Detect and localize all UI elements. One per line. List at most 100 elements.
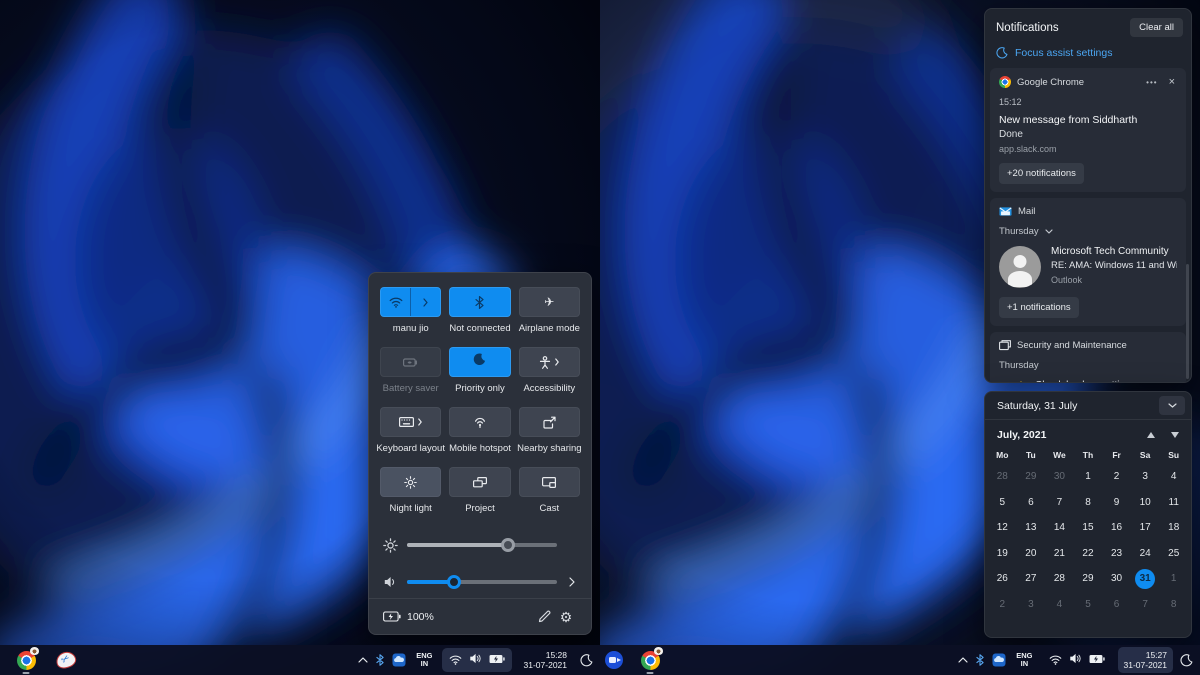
edit-quick-settings-button[interactable]	[533, 606, 555, 628]
calendar-day[interactable]: 20	[1017, 541, 1046, 567]
focus-assist-moon-icon[interactable]	[1179, 648, 1194, 672]
chrome-notification-card[interactable]: Google Chrome ••• × 15:12 New message fr…	[990, 68, 1186, 192]
calendar-day[interactable]: 23	[1102, 541, 1131, 567]
calendar-day[interactable]: 14	[1045, 515, 1074, 541]
project-tile[interactable]	[449, 467, 510, 497]
calendar-day[interactable]: 7	[1045, 490, 1074, 516]
chevron-right-icon[interactable]	[411, 288, 440, 316]
tray-onedrive-icon[interactable]	[991, 648, 1007, 672]
taskbar-snipping-tool-button[interactable]: ✂	[54, 646, 78, 674]
wifi-label: manu jio	[393, 323, 429, 334]
calendar-day[interactable]: 13	[1017, 515, 1046, 541]
calendar-prev-month-button[interactable]	[1147, 432, 1155, 438]
calendar-day[interactable]: 8	[1074, 490, 1103, 516]
keyboard-layout-tile[interactable]	[380, 407, 441, 437]
accessibility-tile[interactable]	[519, 347, 580, 377]
brightness-slider[interactable]	[407, 543, 557, 547]
volume-slider-thumb[interactable]	[447, 575, 461, 589]
calendar-collapse-button[interactable]	[1159, 396, 1185, 415]
clock-date-button[interactable]: 15:28 31-07-2021	[518, 647, 573, 673]
calendar-day[interactable]: 1	[1159, 566, 1188, 592]
calendar-day[interactable]: 16	[1102, 515, 1131, 541]
night-light-tile[interactable]	[380, 467, 441, 497]
mail-notification-card[interactable]: Mail Thursday Microsoft Tech Community R…	[990, 198, 1186, 326]
focus-assist-settings-link[interactable]: Focus assist settings	[985, 42, 1191, 68]
calendar-next-month-button[interactable]	[1171, 432, 1179, 438]
notification-menu-icon[interactable]: •••	[1143, 78, 1160, 87]
language-indicator[interactable]: ENG IN	[1013, 652, 1035, 668]
mobile-hotspot-label: Mobile hotspot	[449, 443, 511, 454]
calendar-day[interactable]: 19	[988, 541, 1017, 567]
calendar-day[interactable]: 15	[1074, 515, 1103, 541]
tray-chevron-up-icon[interactable]	[957, 648, 969, 672]
clear-all-button[interactable]: Clear all	[1130, 18, 1183, 37]
calendar-day[interactable]: 2	[988, 592, 1017, 618]
mobile-hotspot-tile[interactable]	[449, 407, 510, 437]
calendar-day[interactable]: 5	[988, 490, 1017, 516]
bluetooth-tile[interactable]	[449, 287, 510, 317]
calendar-day[interactable]: 3	[1131, 464, 1160, 490]
taskbar-chrome-button[interactable]	[14, 646, 38, 674]
settings-gear-button[interactable]: ⚙	[555, 606, 577, 628]
calendar-day[interactable]: 24	[1131, 541, 1160, 567]
calendar-day[interactable]: 18	[1159, 515, 1188, 541]
airplane-mode-tile[interactable]: ✈	[519, 287, 580, 317]
taskbar-meet-button[interactable]	[602, 646, 626, 674]
calendar-day[interactable]: 31	[1131, 566, 1160, 592]
calendar-day[interactable]: 2	[1102, 464, 1131, 490]
calendar-day[interactable]: 30	[1102, 566, 1131, 592]
calendar-day[interactable]: 28	[988, 464, 1017, 490]
calendar-day[interactable]: 9	[1102, 490, 1131, 516]
calendar-day[interactable]: 6	[1017, 490, 1046, 516]
battery-saver-icon	[403, 357, 418, 368]
calendar-month-label[interactable]: July, 2021	[997, 429, 1147, 441]
volume-slider[interactable]	[407, 580, 557, 584]
notification-day-group[interactable]: Thursday	[999, 226, 1177, 237]
calendar-day[interactable]: 12	[988, 515, 1017, 541]
scrollbar[interactable]	[1186, 264, 1189, 379]
calendar-day[interactable]: 6	[1102, 592, 1131, 618]
nearby-sharing-tile[interactable]	[519, 407, 580, 437]
quick-settings-tray-button[interactable]	[1042, 648, 1112, 672]
video-call-icon	[605, 651, 623, 669]
calendar-day[interactable]: 17	[1131, 515, 1160, 541]
calendar-day[interactable]: 1	[1074, 464, 1103, 490]
calendar-day[interactable]: 4	[1159, 464, 1188, 490]
calendar-day[interactable]: 22	[1074, 541, 1103, 567]
focus-assist-tile[interactable]	[449, 347, 510, 377]
calendar-day[interactable]: 8	[1159, 592, 1188, 618]
chevron-right-icon[interactable]	[565, 577, 578, 587]
clock-date-button[interactable]: 15:27 31-07-2021	[1118, 647, 1173, 673]
tray-bluetooth-icon[interactable]	[975, 648, 985, 672]
language-indicator[interactable]: ENG IN	[413, 652, 435, 668]
calendar-day[interactable]: 25	[1159, 541, 1188, 567]
security-notification-card[interactable]: Security and Maintenance Thursday Check …	[990, 332, 1186, 383]
notification-close-icon[interactable]: ×	[1167, 77, 1177, 88]
project-icon	[473, 477, 487, 488]
tray-onedrive-icon[interactable]	[391, 648, 407, 672]
taskbar-chrome-button[interactable]	[638, 646, 662, 674]
calendar-day[interactable]: 7	[1131, 592, 1160, 618]
calendar-day[interactable]: 11	[1159, 490, 1188, 516]
calendar-day[interactable]: 10	[1131, 490, 1160, 516]
calendar-day[interactable]: 21	[1045, 541, 1074, 567]
cast-tile[interactable]	[519, 467, 580, 497]
tray-bluetooth-icon[interactable]	[375, 648, 385, 672]
chrome-icon	[999, 76, 1011, 88]
more-notifications-button[interactable]: +1 notifications	[999, 297, 1079, 318]
calendar-day[interactable]: 26	[988, 566, 1017, 592]
calendar-day[interactable]: 29	[1074, 566, 1103, 592]
more-notifications-button[interactable]: +20 notifications	[999, 163, 1084, 184]
calendar-day[interactable]: 5	[1074, 592, 1103, 618]
brightness-slider-thumb[interactable]	[501, 538, 515, 552]
calendar-day[interactable]: 30	[1045, 464, 1074, 490]
quick-settings-tray-button[interactable]	[442, 648, 512, 672]
wifi-tile[interactable]	[380, 287, 441, 317]
calendar-day[interactable]: 29	[1017, 464, 1046, 490]
tray-chevron-up-icon[interactable]	[357, 648, 369, 672]
focus-assist-moon-icon[interactable]	[579, 648, 594, 672]
calendar-day[interactable]: 27	[1017, 566, 1046, 592]
calendar-day[interactable]: 28	[1045, 566, 1074, 592]
calendar-day[interactable]: 3	[1017, 592, 1046, 618]
calendar-day[interactable]: 4	[1045, 592, 1074, 618]
